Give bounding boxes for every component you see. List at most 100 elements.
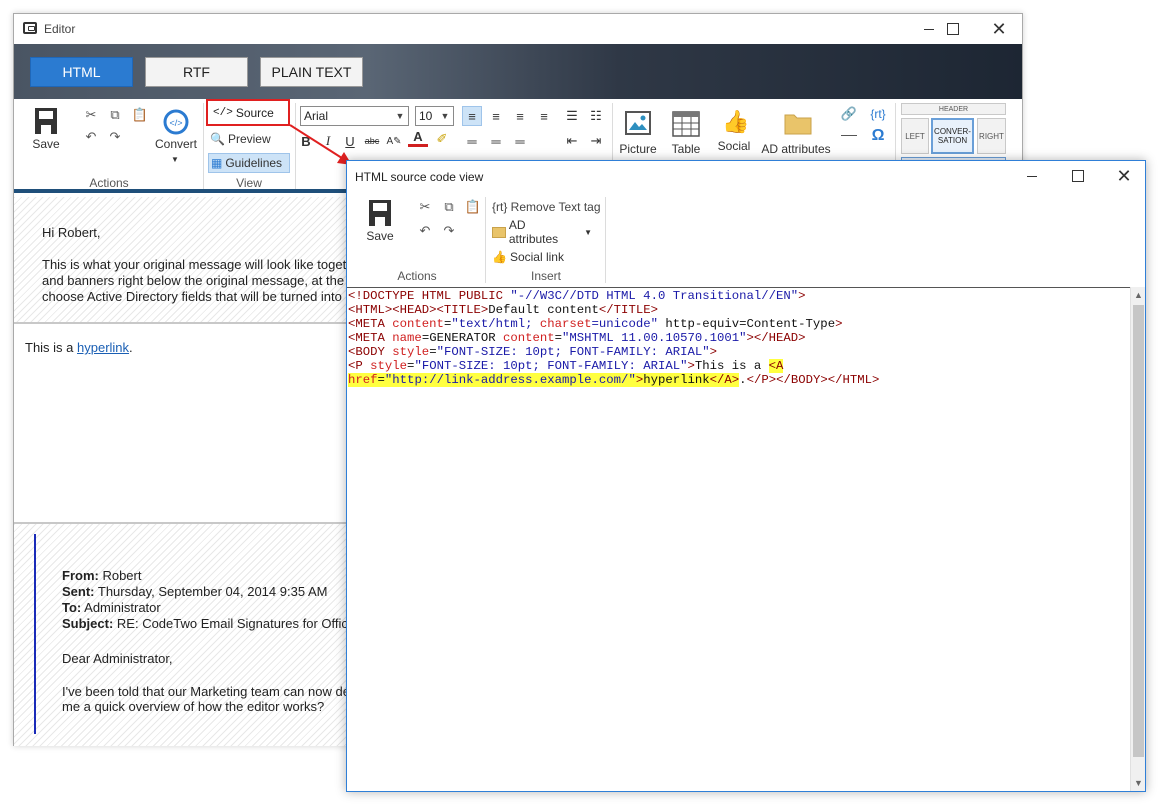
- copy-icon[interactable]: ⧉: [106, 107, 124, 123]
- quote-line: I've been told that our Marketing team c…: [62, 684, 350, 699]
- outdent-icon[interactable]: ⇤: [562, 131, 582, 151]
- layout-header-option[interactable]: HEADER: [901, 103, 1006, 115]
- source-label: Source: [235, 105, 274, 120]
- horizontal-line-icon[interactable]: [841, 135, 857, 136]
- thumbs-up-icon: 👍: [492, 250, 507, 264]
- layout-left-option[interactable]: LEFT: [901, 118, 929, 154]
- code-icon: </>: [213, 106, 233, 119]
- dialog-social-link-button[interactable]: 👍 Social link: [492, 247, 592, 267]
- ad-attributes-label: AD attributes: [508, 218, 559, 246]
- convert-dropdown-icon[interactable]: ▼: [171, 155, 179, 164]
- spacing-icon[interactable]: ═: [510, 131, 530, 151]
- redo-icon[interactable]: ↷: [106, 129, 124, 145]
- cut-icon[interactable]: ✂: [82, 107, 100, 123]
- line-spacing-icon[interactable]: ═: [486, 131, 506, 151]
- code-line: <P style="FONT-SIZE: 10pt; FONT-FAMILY: …: [348, 359, 784, 373]
- highlighted-code: <A: [768, 359, 784, 373]
- dialog-close-button[interactable]: ✕: [1101, 161, 1147, 191]
- guidelines-icon: ▦: [211, 156, 223, 170]
- copy-icon[interactable]: ⧉: [440, 199, 458, 215]
- dialog-ad-attributes-button[interactable]: AD attributes ▼: [492, 218, 592, 246]
- quote-from: From: Robert: [62, 568, 142, 583]
- strikethrough-icon[interactable]: abc: [362, 131, 382, 151]
- save-icon: [34, 107, 58, 137]
- align-center-icon[interactable]: ≡: [486, 106, 506, 126]
- redo-icon[interactable]: ↷: [440, 223, 458, 239]
- source-button[interactable]: </> Source: [206, 99, 290, 126]
- guidelines-label: Guidelines: [225, 156, 283, 170]
- font-size-value: 10: [419, 109, 433, 123]
- close-button[interactable]: ✕: [976, 14, 1022, 44]
- social-link-button[interactable]: Social link: [714, 139, 754, 153]
- quote-salutation: Dear Administrator,: [62, 651, 173, 666]
- picture-button[interactable]: Picture: [617, 142, 659, 156]
- code-line: <!DOCTYPE HTML PUBLIC "-//W3C//DTD HTML …: [348, 289, 806, 303]
- save-button[interactable]: Save: [28, 137, 64, 151]
- highlighted-code: href="http://link-address.example.com/">…: [348, 373, 740, 387]
- body-line: choose Active Directory fields that will…: [42, 289, 342, 304]
- cut-icon[interactable]: ✂: [416, 199, 434, 215]
- signature-suffix: .: [129, 340, 133, 355]
- picture-icon: [625, 111, 651, 135]
- folder-icon: [492, 226, 506, 238]
- italic-icon[interactable]: I: [318, 131, 338, 151]
- paste-icon[interactable]: 📋: [131, 107, 149, 123]
- align-right-icon[interactable]: ≡: [510, 106, 530, 126]
- underline-icon[interactable]: U: [340, 131, 360, 151]
- guidelines-button[interactable]: ▦ Guidelines: [208, 153, 290, 173]
- body-line: This is what your original message will …: [42, 257, 347, 272]
- indent-icon[interactable]: ⇥: [586, 131, 606, 151]
- quote-bar: [34, 534, 36, 734]
- undo-icon[interactable]: ↶: [416, 223, 434, 239]
- link-icon[interactable]: 🔗: [840, 105, 858, 123]
- font-color-icon[interactable]: A: [408, 129, 428, 147]
- mode-html-button[interactable]: HTML: [30, 57, 133, 87]
- source-code-editor[interactable]: <!DOCTYPE HTML PUBLIC "-//W3C//DTD HTML …: [347, 287, 1131, 791]
- justify-icon[interactable]: ≡: [534, 106, 554, 126]
- layout-right-option[interactable]: RIGHT: [977, 118, 1006, 154]
- remove-text-tag-button[interactable]: {rt} Remove Text tag: [492, 197, 602, 217]
- dialog-save-button[interactable]: Save: [362, 229, 398, 243]
- scroll-up-icon[interactable]: ▲: [1131, 287, 1146, 303]
- code-line: <META content="text/html; charset=unicod…: [348, 317, 843, 331]
- chevron-down-icon: ▼: [395, 111, 405, 121]
- app-icon: [23, 22, 37, 34]
- code-line: <HTML><HEAD><TITLE>Default content</TITL…: [348, 303, 658, 317]
- undo-icon[interactable]: ↶: [82, 129, 100, 145]
- mode-plain-text-button[interactable]: PLAIN TEXT: [260, 57, 363, 87]
- signature-hyperlink[interactable]: hyperlink: [77, 340, 129, 355]
- mode-banner: HTML RTF PLAIN TEXT: [14, 44, 1022, 99]
- highlight-icon[interactable]: ✐: [432, 129, 452, 149]
- paste-icon[interactable]: 📋: [464, 199, 482, 215]
- maximize-button[interactable]: [930, 14, 976, 44]
- font-size-select[interactable]: 10 ▼: [415, 106, 454, 126]
- mode-rtf-button[interactable]: RTF: [145, 57, 248, 87]
- scrollbar-thumb[interactable]: [1133, 305, 1144, 757]
- paragraph-spacing-icon[interactable]: ═: [462, 131, 482, 151]
- scroll-down-icon[interactable]: ▼: [1131, 775, 1146, 791]
- ribbon-separator: [485, 197, 486, 283]
- dialog-minimize-button[interactable]: [1009, 161, 1055, 191]
- quote-sent: Sent: Thursday, September 04, 2014 9:35 …: [62, 584, 328, 599]
- font-family-select[interactable]: Arial ▼: [300, 106, 409, 126]
- rt-tag-button[interactable]: {rt}: [866, 105, 890, 123]
- thumbs-up-icon: 👍: [722, 109, 750, 134]
- bullet-list-icon[interactable]: ☰: [562, 106, 582, 126]
- ribbon-separator: [605, 197, 606, 283]
- ad-attributes-button[interactable]: AD attributes: [760, 142, 832, 156]
- layout-conversation-option[interactable]: CONVER-SATION: [931, 118, 974, 154]
- chevron-down-icon: ▼: [440, 111, 450, 121]
- table-button[interactable]: Table: [666, 142, 706, 156]
- align-left-icon[interactable]: ≡: [462, 106, 482, 126]
- vertical-scrollbar[interactable]: ▲ ▼: [1130, 287, 1145, 791]
- dialog-title: HTML source code view: [355, 170, 484, 184]
- special-character-button[interactable]: Ω: [866, 127, 890, 145]
- bold-icon[interactable]: B: [296, 131, 316, 151]
- dialog-actions-group-label: Actions: [397, 269, 437, 283]
- numbered-list-icon[interactable]: ☷: [586, 106, 606, 126]
- convert-button[interactable]: Convert: [152, 137, 200, 151]
- clear-format-icon[interactable]: A✎: [384, 131, 404, 151]
- dialog-maximize-button[interactable]: [1055, 161, 1101, 191]
- preview-button[interactable]: 🔍 Preview: [210, 129, 290, 149]
- signature-prefix: This is a: [25, 340, 78, 355]
